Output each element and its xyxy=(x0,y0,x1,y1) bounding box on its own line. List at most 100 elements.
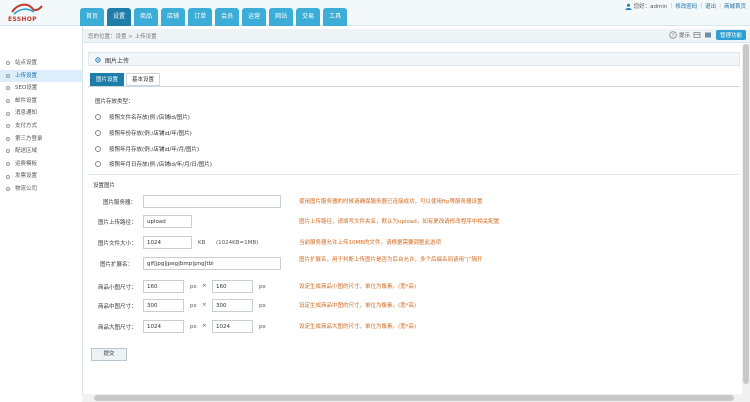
server-hint: 使用图片服务器的时候请确保服务器已连接成功，可以使用ftp等服务器设置 xyxy=(299,199,483,205)
logo[interactable]: ESSHOP xyxy=(6,2,54,24)
size-note: (1024KB=1MB) xyxy=(216,240,259,246)
times-sign: × xyxy=(202,302,207,308)
times-sign: × xyxy=(202,283,207,289)
nav-tab-orders[interactable]: 订单 xyxy=(188,8,213,26)
mid-width-input[interactable] xyxy=(143,299,184,312)
sidebar-item-oauth[interactable]: 第三方登录 xyxy=(0,133,82,146)
radio-button[interactable] xyxy=(95,146,101,152)
big-height-input[interactable] xyxy=(212,320,253,333)
toolbar-right: ? 提示 管理功能 xyxy=(666,30,746,40)
horizontal-scrollbar[interactable] xyxy=(82,394,750,402)
radio-option[interactable]: 按照年份存放(例:/店铺id/年/图片) xyxy=(95,129,192,137)
logout-link[interactable]: 退出 xyxy=(705,2,716,10)
nav-tab-store[interactable]: 店铺 xyxy=(161,8,186,26)
sidebar-item-email[interactable]: 邮件设置 xyxy=(0,95,82,108)
help-icon[interactable]: ? xyxy=(669,31,677,39)
change-password-link[interactable]: 修改密码 xyxy=(675,2,697,10)
tab-image-settings[interactable]: 图片设置 xyxy=(90,73,125,86)
nav-tab-settings[interactable]: 设置 xyxy=(107,8,132,26)
px-unit: px xyxy=(190,284,197,290)
server-label: 图片服务器： xyxy=(103,200,137,206)
px-unit: px xyxy=(190,303,197,309)
sidebar-item-upload[interactable]: 上传设置 xyxy=(0,69,82,83)
big-size-hint: 设定生成商品大图的尺寸，单位为像素。(宽*高) xyxy=(299,324,417,330)
sidebar-item-logistics[interactable]: 物流公司 xyxy=(0,183,82,196)
scroll-thumb[interactable] xyxy=(743,44,749,384)
server-input[interactable] xyxy=(143,195,281,208)
bullet-icon xyxy=(6,162,10,167)
submit-button[interactable]: 提交 xyxy=(91,348,127,361)
subtabs: 图片设置 基本设置 xyxy=(90,73,162,86)
nav-tab-tools[interactable]: 工具 xyxy=(323,8,348,26)
breadcrumb: 您的位置：设置 > 上传设置 xyxy=(88,34,157,40)
size-label: 图片文件大小： xyxy=(98,241,137,247)
small-size-hint: 设定生成商品小图的尺寸，单位为像素。(宽*高) xyxy=(299,284,417,290)
radio-option[interactable]: 按照年月存放(例:/店铺id/年/月/图片) xyxy=(95,145,199,153)
panel-header: 图片上传 xyxy=(88,52,740,66)
small-size-label: 商品小图尺寸： xyxy=(98,285,137,291)
path-hint: 图片上传路径，请填写文件夹名，默认为upload，如有更改请修改程序中相关配置 xyxy=(299,219,500,225)
small-width-input[interactable] xyxy=(143,280,184,293)
settings-section-label: 设置图片 xyxy=(93,183,116,189)
px-unit: px xyxy=(259,324,266,330)
logo-text: ESSHOP xyxy=(8,16,37,23)
sidebar-item-notify[interactable]: 消息通知 xyxy=(0,107,82,120)
bullet-icon xyxy=(6,149,10,154)
radio-option[interactable]: 按照文件名存放(例:/店铺id/图片) xyxy=(95,113,190,121)
bullet-icon xyxy=(6,124,10,129)
ext-input[interactable] xyxy=(143,257,281,270)
scroll-thumb[interactable] xyxy=(94,395,734,401)
path-label: 图片上传路径： xyxy=(98,220,137,226)
bullet-icon xyxy=(6,86,10,91)
radio-button[interactable] xyxy=(95,130,101,136)
mall-home-link[interactable]: 商城首页 xyxy=(724,2,746,10)
small-height-input[interactable] xyxy=(212,280,253,293)
user-greeting: 您好：admin xyxy=(633,4,668,10)
big-size-label: 商品大图尺寸： xyxy=(98,325,137,331)
nav-tab-home[interactable]: 首页 xyxy=(80,8,105,26)
bullet-icon xyxy=(6,61,10,66)
sidebar-item-freight[interactable]: 运费模板 xyxy=(0,158,82,171)
radio-option[interactable]: 按照年月日存放(例:/店铺id/年/月/日/图片) xyxy=(95,160,212,168)
storage-type-label: 图片存放类型： xyxy=(95,99,134,105)
radio-button[interactable] xyxy=(95,161,101,167)
vertical-scrollbar[interactable] xyxy=(742,44,750,394)
px-unit: px xyxy=(259,284,266,290)
bullet-icon xyxy=(6,187,10,192)
path-input[interactable] xyxy=(143,215,192,228)
user-icon xyxy=(625,3,632,10)
settings-icon xyxy=(95,57,101,63)
mid-height-input[interactable] xyxy=(212,299,253,312)
radio-button[interactable] xyxy=(95,114,101,120)
nav-tab-website[interactable]: 网站 xyxy=(269,8,294,26)
sidebar-item-payment[interactable]: 支付方式 xyxy=(0,120,82,133)
sidebar-item-seo[interactable]: SEO设置 xyxy=(0,82,82,95)
nav-tab-trade[interactable]: 交易 xyxy=(296,8,321,26)
nav-tab-goods[interactable]: 商品 xyxy=(134,8,159,26)
sidebar-item-site[interactable]: 站点设置 xyxy=(0,57,82,70)
top-header: ESSHOP 首页 设置 商品 店铺 订单 会员 运营 网站 交易 工具 您好：… xyxy=(0,0,750,26)
size-hint: 当前服务器允许上传10MB的文件，请根据需要调整此选项 xyxy=(299,240,442,246)
logo-icon xyxy=(11,3,43,15)
bullet-icon xyxy=(6,174,10,179)
panel-title: 图片上传 xyxy=(105,58,130,65)
nav-tab-members[interactable]: 会员 xyxy=(215,8,240,26)
size-input[interactable] xyxy=(143,236,192,249)
big-width-input[interactable] xyxy=(143,320,184,333)
tips-label[interactable]: 提示 xyxy=(679,31,690,39)
ext-hint: 图片扩展名，用于判断上传图片是否为后台允许，多个后缀名间请用“|”隔开 xyxy=(299,257,483,263)
sidebar-item-invoice[interactable]: 发票设置 xyxy=(0,170,82,183)
size-unit: KB xyxy=(198,240,206,246)
px-unit: px xyxy=(259,303,266,309)
bullet-icon xyxy=(6,111,10,116)
manage-function-button[interactable]: 管理功能 xyxy=(715,30,746,40)
ext-label: 图片扩展名： xyxy=(100,262,134,268)
bullet-icon xyxy=(6,99,10,104)
bullet-icon xyxy=(6,136,10,141)
sidebar-item-delivery-area[interactable]: 配送区域 xyxy=(0,145,82,158)
collapse-icon[interactable] xyxy=(693,31,701,39)
nav-tab-operations[interactable]: 运营 xyxy=(242,8,267,26)
layout-icon[interactable] xyxy=(704,31,712,39)
times-sign: × xyxy=(202,323,207,329)
tab-basic-settings[interactable]: 基本设置 xyxy=(126,73,161,86)
